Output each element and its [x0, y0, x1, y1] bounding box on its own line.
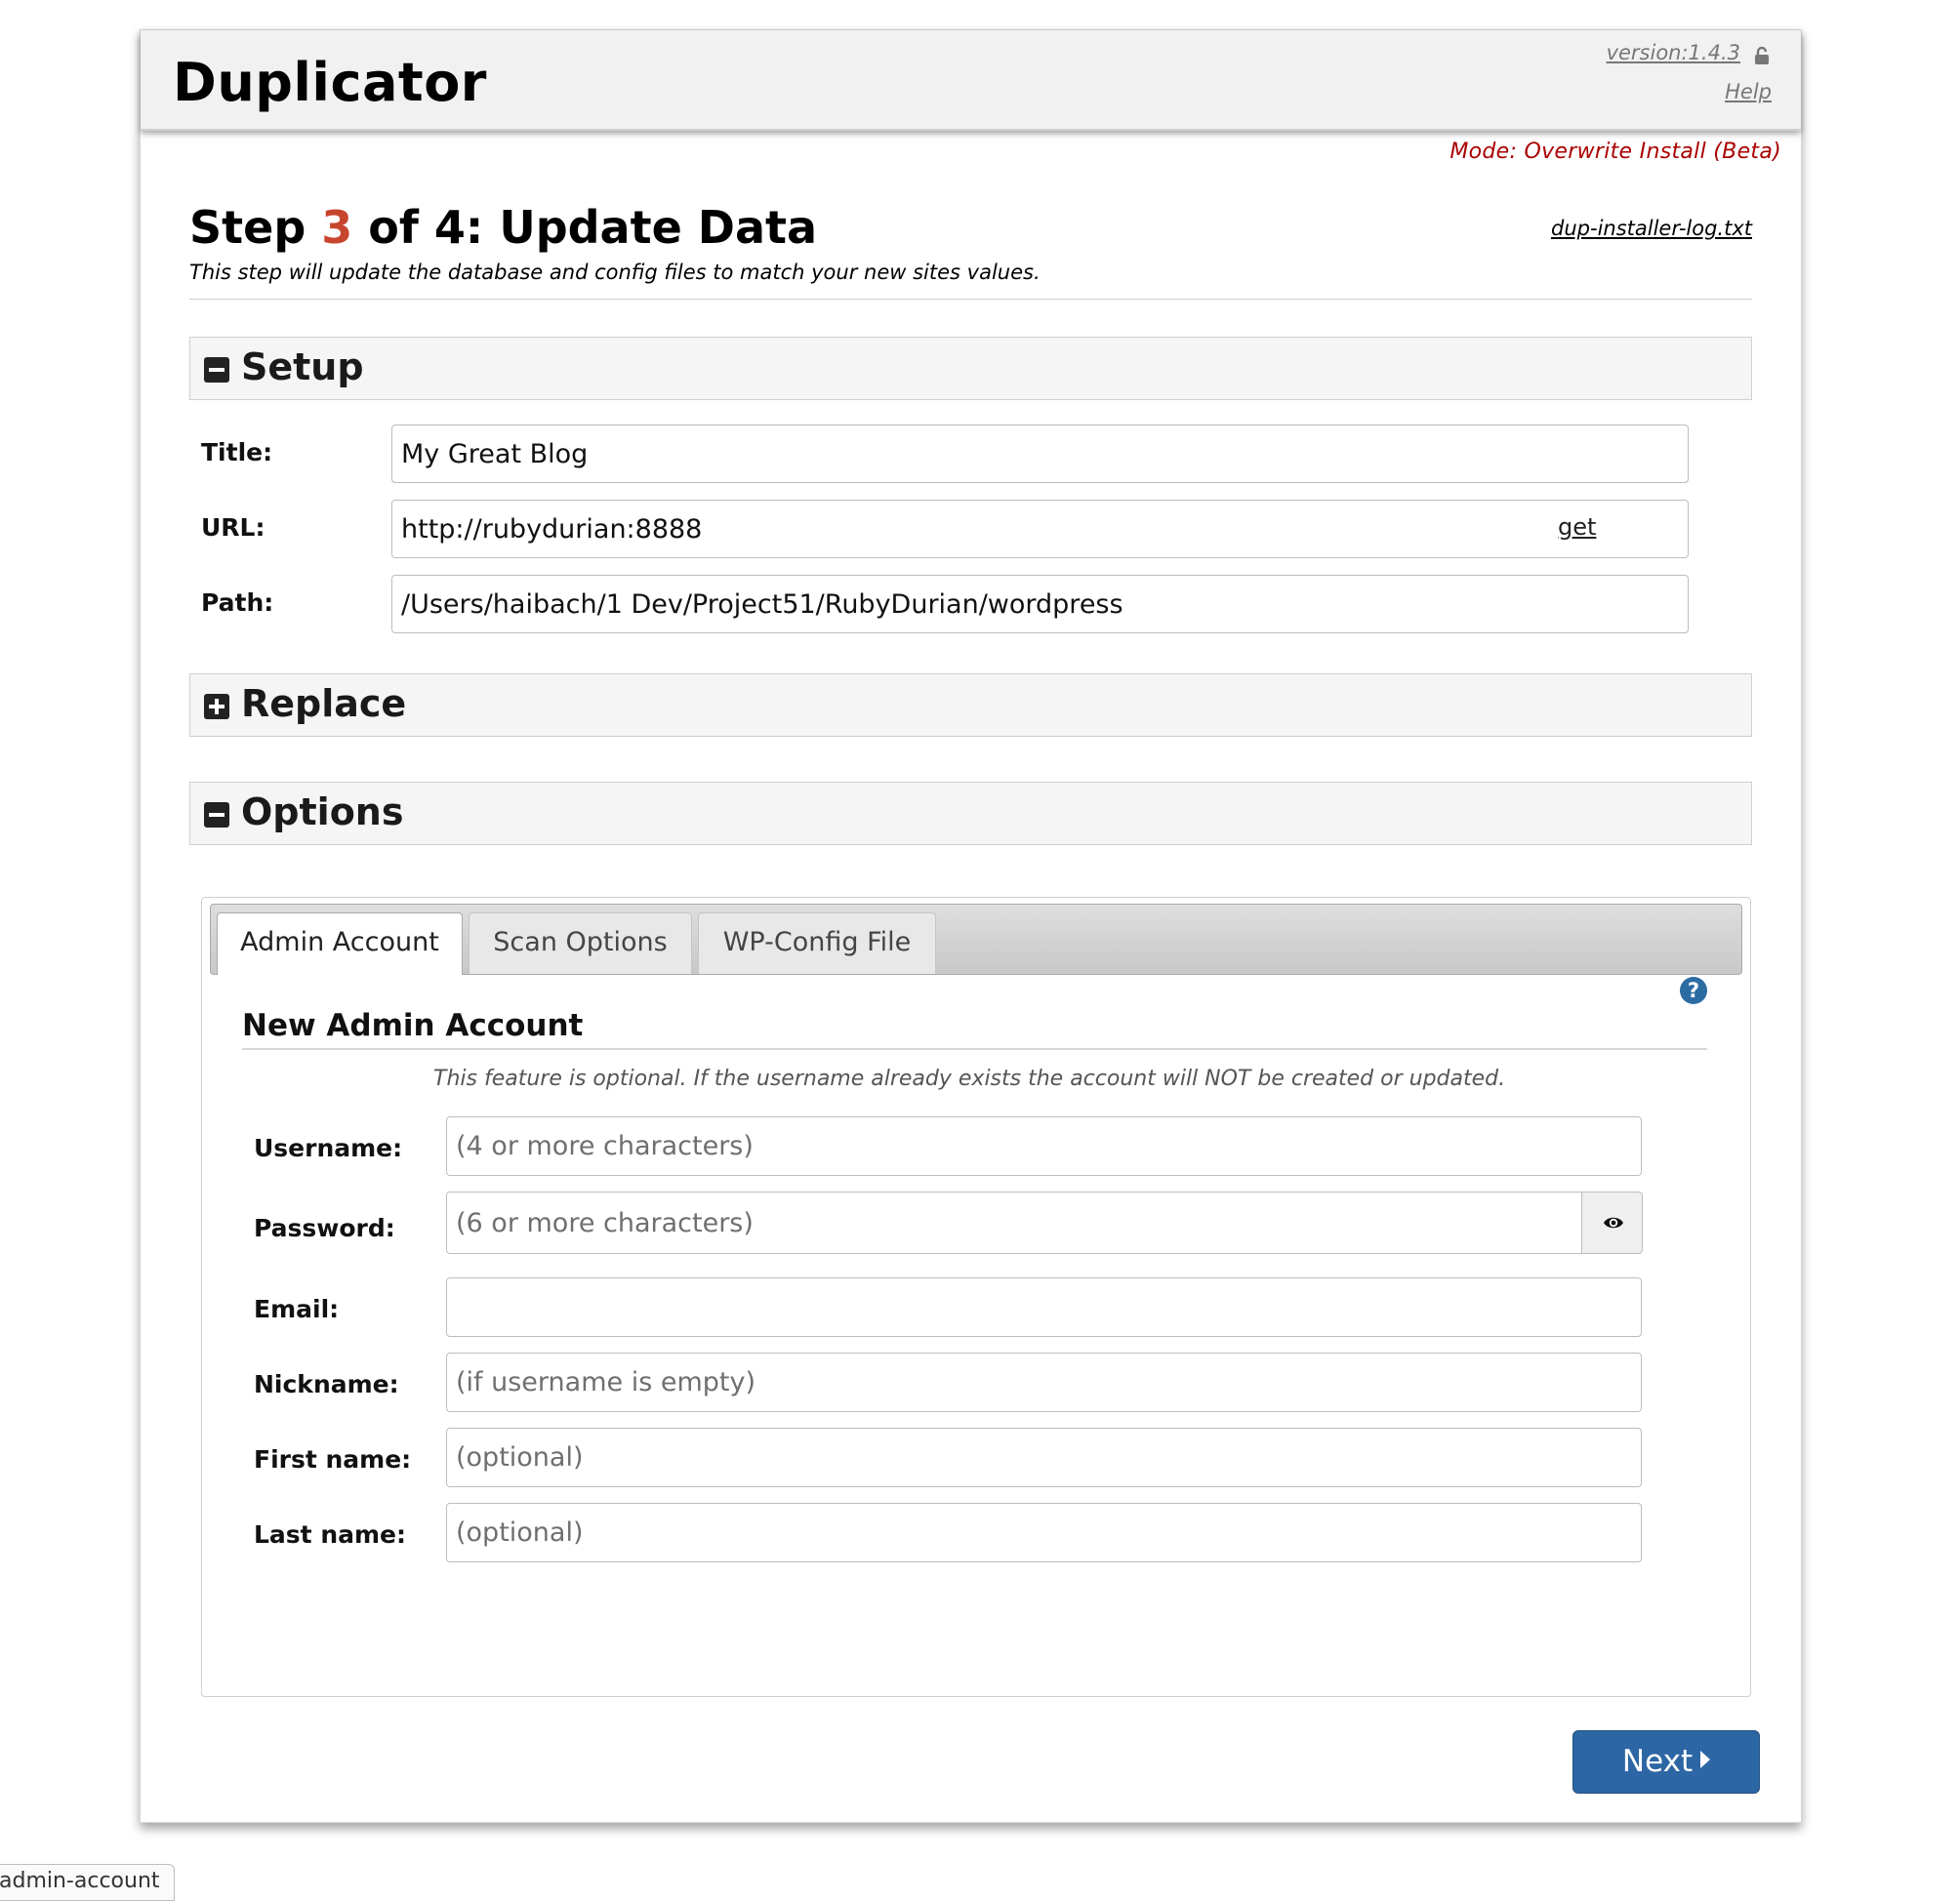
url-label: URL:: [201, 513, 265, 542]
eye-icon: [1604, 1217, 1623, 1229]
password-label: Password:: [254, 1214, 395, 1242]
first-name-label: First name:: [254, 1445, 412, 1474]
status-url-tooltip: admin-account: [0, 1864, 175, 1901]
username-input[interactable]: [446, 1116, 1642, 1176]
username-label: Username:: [254, 1134, 403, 1162]
divider: [242, 1048, 1707, 1050]
next-button[interactable]: Next: [1572, 1730, 1760, 1794]
step-suffix: of 4: Update Data: [352, 201, 818, 254]
installer-window: Duplicator version:1.4.3 Help Mode: Over…: [140, 29, 1802, 1823]
minus-square-icon: [204, 357, 229, 383]
first-name-input[interactable]: [446, 1428, 1642, 1487]
tab-scan-options[interactable]: Scan Options: [469, 912, 692, 974]
nickname-input[interactable]: [446, 1353, 1642, 1412]
replace-section-header[interactable]: Replace: [189, 673, 1752, 737]
app-title: Duplicator: [173, 52, 487, 113]
help-link[interactable]: Help: [1725, 80, 1772, 103]
setup-section-header[interactable]: Setup: [189, 337, 1752, 400]
admin-account-note: This feature is optional. If the usernam…: [433, 1067, 1506, 1091]
replace-heading: Replace: [241, 682, 407, 725]
admin-account-heading: New Admin Account: [242, 1008, 584, 1043]
path-label: Path:: [201, 588, 274, 617]
lock-icon[interactable]: [1753, 46, 1771, 65]
tab-admin-account[interactable]: Admin Account: [217, 912, 463, 975]
step-description: This step will update the database and c…: [189, 261, 1041, 284]
version-link[interactable]: version:1.4.3: [1607, 41, 1740, 64]
header-bar: Duplicator version:1.4.3 Help: [141, 30, 1801, 131]
step-number: 3: [321, 201, 353, 254]
divider: [189, 299, 1752, 300]
options-section-header[interactable]: Options: [189, 782, 1752, 845]
email-input[interactable]: [446, 1277, 1642, 1337]
title-label: Title:: [201, 438, 273, 466]
path-input[interactable]: [391, 575, 1689, 633]
installer-log-link[interactable]: dup-installer-log.txt: [1551, 217, 1752, 240]
password-input[interactable]: [446, 1192, 1585, 1254]
last-name-input[interactable]: [446, 1503, 1642, 1562]
options-heading: Options: [241, 790, 404, 833]
site-title-input[interactable]: [391, 425, 1689, 483]
caret-right-icon: [1700, 1751, 1711, 1768]
toggle-password-button[interactable]: [1581, 1192, 1643, 1254]
step-title: Step 3 of 4: Update Data: [189, 201, 817, 254]
minus-square-icon: [204, 802, 229, 828]
tab-bar: Admin Account Scan Options WP-Config Fil…: [210, 904, 1742, 975]
get-url-link[interactable]: get: [1558, 513, 1596, 541]
tab-wp-config-file[interactable]: WP-Config File: [698, 912, 936, 974]
nickname-label: Nickname:: [254, 1370, 399, 1398]
last-name-label: Last name:: [254, 1520, 407, 1549]
url-input[interactable]: [391, 500, 1689, 558]
plus-square-icon: [204, 694, 229, 719]
setup-heading: Setup: [241, 345, 364, 388]
question-circle-icon[interactable]: ?: [1680, 977, 1707, 1004]
next-label: Next: [1621, 1744, 1694, 1779]
step-prefix: Step: [189, 201, 322, 254]
install-mode: Mode: Overwrite Install (Beta): [1450, 140, 1781, 164]
email-label: Email:: [254, 1295, 340, 1323]
